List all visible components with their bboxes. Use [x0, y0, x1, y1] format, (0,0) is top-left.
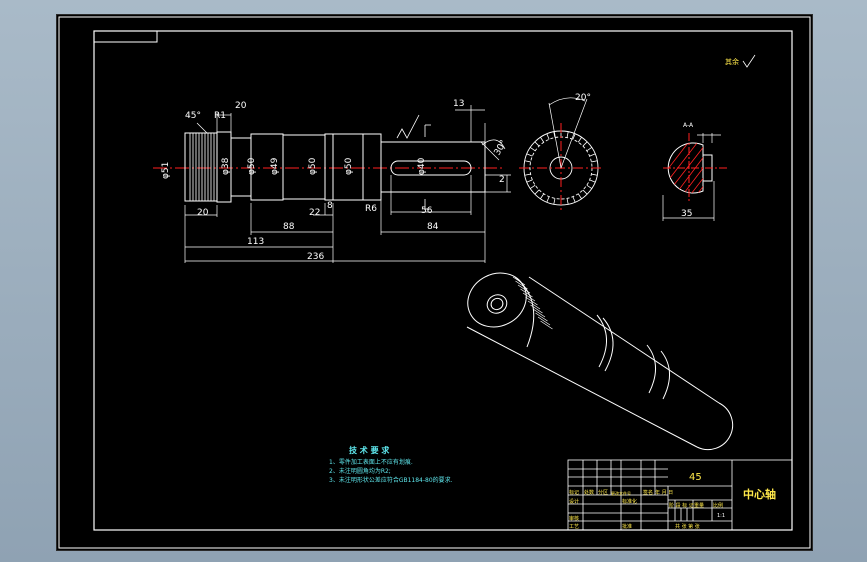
iso-spline-rib: [527, 300, 541, 310]
spline-tooth: [534, 189, 540, 195]
dim-2: 2: [499, 175, 505, 185]
material-label: 45: [689, 472, 702, 483]
spline-tooth: [577, 137, 582, 143]
dim-r1: R1: [214, 111, 226, 121]
dim-phi49: φ49: [270, 157, 280, 175]
roughness-note: 其余: [725, 58, 739, 66]
dim-phi50-a: φ50: [247, 157, 257, 175]
tb-weight-label: 重量: [694, 503, 705, 509]
dim-8: 8: [327, 201, 333, 211]
spline-tooth: [589, 153, 596, 157]
dim-236: 236: [307, 252, 325, 262]
spline-tooth: [586, 184, 592, 189]
spline-tooth: [572, 196, 576, 203]
spline-tooth: [526, 179, 533, 183]
iso-spline-rib: [535, 312, 548, 322]
dim-phi50-b: φ50: [308, 157, 318, 175]
dim-chamfer-45: 45°: [185, 111, 201, 121]
tb-row-label-2: 处数: [584, 490, 595, 496]
spline-tooth: [530, 184, 536, 189]
section-hatch: [668, 143, 703, 193]
spline-tooth: [524, 173, 531, 176]
tb-sheet-info: 共 张 第 张: [675, 524, 700, 530]
spline-tooth: [577, 193, 582, 199]
tb-left-label-1: 设计: [569, 499, 580, 505]
spline-tooth: [524, 160, 531, 163]
tb-left-label-3: 工艺: [569, 524, 580, 530]
dim-phi38: φ38: [221, 157, 231, 175]
tech-req-line-3: 3、未注明形状公差应符合GB1184-80的要求.: [329, 477, 453, 484]
roughness-symbol: [742, 54, 756, 68]
drawing-sheet: 45° 20 R1 13 φ51 φ38 φ50 φ49 φ50 φ50 φ40…: [56, 14, 813, 551]
part-name: 中心轴: [743, 488, 776, 501]
dim-84: 84: [427, 222, 439, 232]
spline-tooth: [582, 141, 588, 147]
tb-mid-label-1: 标准化: [622, 499, 638, 505]
dim-20-top: 20: [235, 101, 247, 111]
dim-phi50-c: φ50: [344, 157, 354, 175]
spline-tooth: [540, 193, 545, 199]
spline-tooth: [546, 196, 550, 203]
section-label-aa: A-A: [683, 122, 694, 129]
dim-phi40: φ40: [417, 157, 427, 175]
dimension-lines: [184, 105, 511, 263]
isometric-view: [466, 272, 734, 451]
spline-tooth: [591, 173, 598, 176]
dim-22: 22: [309, 208, 321, 218]
spline-tooth: [546, 133, 550, 140]
tb-row-label-5: 签名: [643, 490, 654, 496]
iso-spline-rib: [525, 296, 538, 306]
dim-20deg: 20°: [575, 93, 591, 103]
spline-tooth: [586, 147, 592, 152]
tb-row-label-3: 分区: [598, 490, 609, 496]
spline-tooth: [526, 153, 533, 157]
spline-tooth: [534, 141, 540, 147]
iso-spline-rib: [537, 316, 551, 326]
tb-scale-value: 1:1: [717, 513, 726, 519]
spline-tooth: [530, 147, 536, 152]
tb-stage-label: 阶 段 标 记: [669, 503, 694, 509]
dim-13: 13: [453, 99, 465, 109]
inner-frame: [93, 30, 793, 531]
iso-spline-rib: [540, 320, 553, 330]
cad-drawing: [58, 16, 811, 549]
dim-35: 35: [681, 209, 693, 219]
tb-mid-label-2: 批准: [622, 524, 633, 530]
outer-frame: [58, 16, 811, 549]
dim-113: 113: [247, 237, 265, 247]
iso-spline-rib: [512, 276, 526, 286]
spline-tooth: [582, 189, 588, 195]
iso-spline-rib: [530, 304, 543, 314]
spline-tooth: [591, 160, 598, 163]
spline-tooth: [566, 198, 569, 205]
dim-phi51: φ51: [161, 161, 171, 179]
spline-tooth: [540, 137, 545, 143]
spline-tooth: [553, 198, 556, 205]
dim-88: 88: [283, 222, 295, 232]
spline-tooth: [589, 179, 596, 183]
dim-56: 56: [421, 206, 433, 216]
dim-20-bottom: 20: [197, 208, 209, 218]
corner-box: [93, 30, 158, 43]
iso-spline-rib: [532, 308, 546, 318]
tech-req-title: 技 术 要 求: [349, 446, 390, 455]
tb-row-label-6: 年 月 日: [655, 490, 674, 496]
dim-r6: R6: [365, 204, 377, 214]
spline-tooth: [566, 131, 569, 138]
